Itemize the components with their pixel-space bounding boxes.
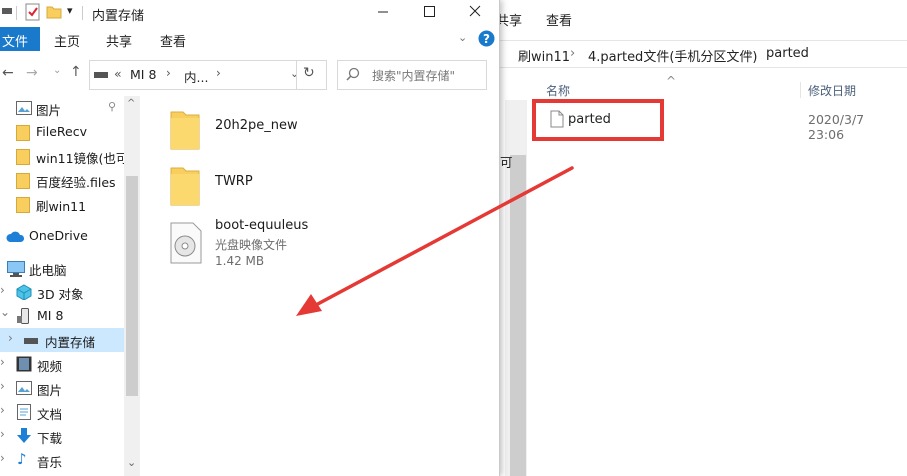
annotation-arrow <box>296 166 574 316</box>
